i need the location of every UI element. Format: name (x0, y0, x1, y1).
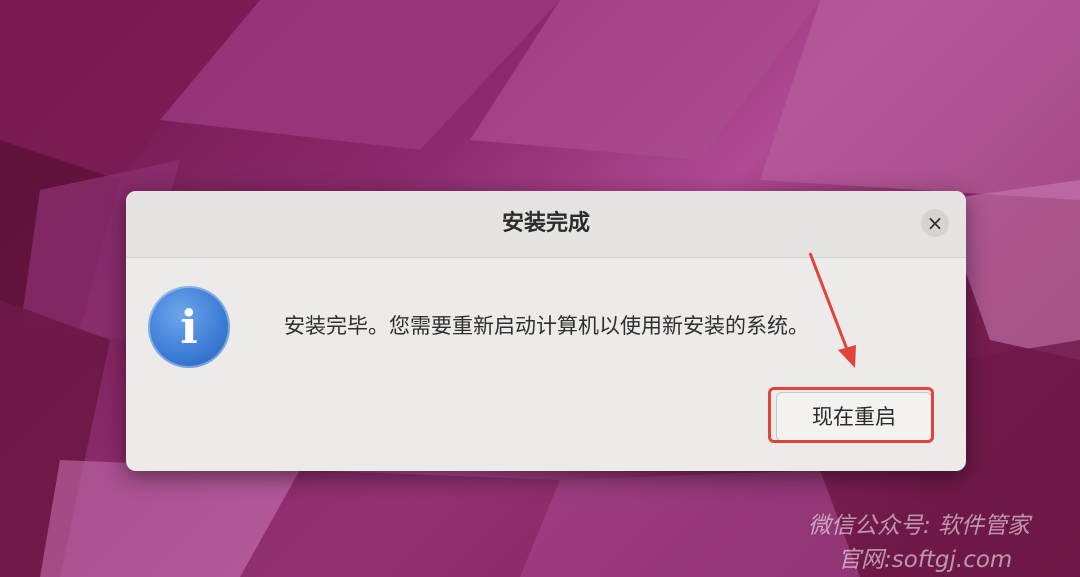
desktop: 安装完成 × i 安装完毕。您需要重新启动计算机以使用新安装的系统。 现在重启 … (0, 0, 1080, 577)
dialog-title: 安装完成 (501, 211, 590, 236)
wallpaper-facet (760, 0, 1080, 200)
watermark-wechat: 微信公众号: 软件管家 (808, 513, 1031, 539)
dialog-message: 安装完毕。您需要重新启动计算机以使用新安装的系统。 (284, 314, 809, 338)
close-button[interactable]: × (921, 209, 949, 237)
info-icon: i (148, 286, 230, 368)
watermark-website: 官网:softgj.com (838, 547, 1013, 573)
dialog-titlebar: 安装完成 × (126, 191, 966, 258)
close-icon: × (926, 211, 944, 235)
info-icon-glyph: i (180, 300, 198, 354)
annotation-highlight-box (768, 387, 934, 443)
